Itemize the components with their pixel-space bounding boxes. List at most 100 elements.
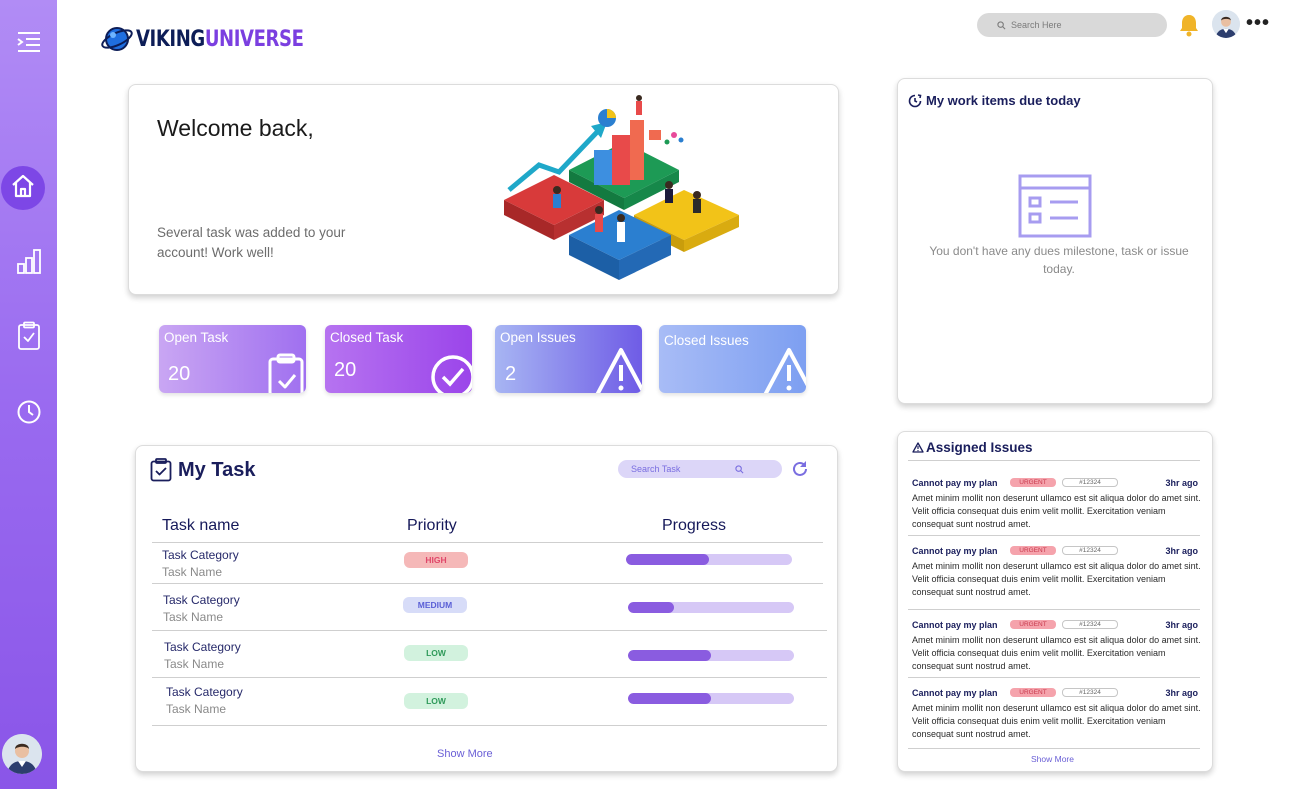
calendar-list-icon <box>1018 174 1092 238</box>
warning-icon <box>595 348 642 393</box>
issues-show-more-link[interactable]: Show More <box>1031 754 1074 764</box>
puzzle-illustration <box>504 95 739 280</box>
divider <box>152 542 823 543</box>
due-today-empty-message: You don't have any dues milestone, task … <box>929 244 1189 276</box>
urgent-badge: URGENT <box>1010 620 1056 629</box>
bell-icon[interactable] <box>1178 13 1200 42</box>
my-task-title: My Task <box>178 458 256 481</box>
stat-label: Closed Task <box>330 330 404 345</box>
issue-time: 3hr ago <box>1165 546 1198 556</box>
clock-icon <box>908 93 922 107</box>
due-today-card: My work items due today You don't have a… <box>897 78 1213 404</box>
priority-badge: LOW <box>404 645 468 661</box>
stat-closed-task[interactable]: Closed Task 20 <box>325 325 472 393</box>
divider <box>908 748 1200 749</box>
progress-bar <box>626 554 792 565</box>
issue-id: #12324 <box>1062 478 1118 487</box>
welcome-title: Welcome back, <box>157 115 314 141</box>
issue-body: Amet minim mollit non deserunt ullamco e… <box>912 703 1201 739</box>
urgent-badge: URGENT <box>1010 478 1056 487</box>
urgent-badge: URGENT <box>1010 688 1056 697</box>
app-logo[interactable]: VIKINGUNIVERSE <box>100 22 340 56</box>
sidebar-item-history[interactable] <box>0 394 57 434</box>
divider <box>152 630 827 631</box>
task-search-input[interactable]: Search Task <box>618 460 782 478</box>
priority-badge: HIGH <box>404 552 468 568</box>
divider <box>908 677 1200 678</box>
welcome-card: Welcome back, Several task was added to … <box>128 84 839 295</box>
refresh-icon[interactable] <box>791 460 809 478</box>
stat-label: Open Task <box>164 330 229 345</box>
my-task-header: My Task <box>150 458 255 482</box>
divider <box>152 725 827 726</box>
sidebar-item-tasks[interactable] <box>0 318 57 358</box>
assigned-issues-header: Assigned Issues <box>912 440 1033 455</box>
stat-open-task[interactable]: Open Task 20 <box>159 325 306 393</box>
column-header-task-name: Task name <box>162 517 240 534</box>
priority-badge: MEDIUM <box>403 597 467 613</box>
user-avatar[interactable] <box>2 734 42 774</box>
chart-icon <box>15 247 43 280</box>
issue-title: Cannot pay my plan <box>912 478 998 488</box>
issue-body: Amet minim mollit non deserunt ullamco e… <box>912 561 1201 597</box>
divider <box>908 609 1200 610</box>
sidebar <box>0 0 57 789</box>
more-icon[interactable]: ••• <box>1246 12 1270 35</box>
urgent-badge: URGENT <box>1010 546 1056 555</box>
global-search-input[interactable]: Search Here <box>977 13 1167 37</box>
issue-item[interactable]: Cannot pay my plan URGENT #12324 3hr ago… <box>912 477 1202 531</box>
issue-id: #12324 <box>1062 546 1118 555</box>
progress-fill <box>628 693 711 704</box>
home-icon <box>9 172 37 205</box>
welcome-subtitle: Several task was added to your account! … <box>157 225 346 260</box>
logo-text-primary: VIKING <box>136 26 205 52</box>
stat-closed-issues[interactable]: Closed Issues <box>659 325 806 393</box>
sidebar-item-reports[interactable] <box>0 243 57 283</box>
divider <box>152 677 827 678</box>
issue-body: Amet minim mollit non deserunt ullamco e… <box>912 635 1201 671</box>
clipboard-check-icon <box>150 458 172 482</box>
issue-title: Cannot pay my plan <box>912 620 998 630</box>
priority-badge: LOW <box>404 693 468 709</box>
task-search-placeholder: Search Task <box>631 464 681 474</box>
assigned-issues-title: Assigned Issues <box>926 440 1033 455</box>
issue-time: 3hr ago <box>1165 688 1198 698</box>
task-name: Task Name <box>163 610 224 624</box>
divider <box>152 583 823 584</box>
issue-id: #12324 <box>1062 688 1118 697</box>
progress-bar <box>628 602 794 613</box>
global-search-placeholder: Search Here <box>1011 20 1062 30</box>
due-today-header: My work items due today <box>908 93 1081 108</box>
clock-icon <box>16 399 42 430</box>
logo-text-secondary: UNIVERSE <box>204 26 304 52</box>
header-avatar[interactable] <box>1212 10 1240 38</box>
issue-time: 3hr ago <box>1165 620 1198 630</box>
task-category: Task Category <box>164 640 241 654</box>
task-show-more-link[interactable]: Show More <box>437 748 493 760</box>
stat-label: Closed Issues <box>664 333 749 348</box>
my-task-card: My Task Search Task Task name Priority P… <box>135 445 838 772</box>
check-circle-icon <box>431 355 472 393</box>
divider <box>908 535 1200 536</box>
task-category: Task Category <box>166 685 243 699</box>
issue-item[interactable]: Cannot pay my plan URGENT #12324 3hr ago… <box>912 687 1202 741</box>
stat-label: Open Issues <box>500 330 576 345</box>
task-name: Task Name <box>164 657 225 671</box>
divider <box>908 460 1200 461</box>
stat-value: 20 <box>168 363 191 385</box>
progress-fill <box>628 602 675 613</box>
progress-bar <box>628 693 794 704</box>
sidebar-item-home[interactable] <box>1 166 45 210</box>
progress-fill <box>628 650 711 661</box>
search-icon <box>735 465 744 474</box>
menu-icon[interactable] <box>0 22 57 62</box>
stat-open-issues[interactable]: Open Issues 2 <box>495 325 642 393</box>
issue-title: Cannot pay my plan <box>912 688 998 698</box>
issue-item[interactable]: Cannot pay my plan URGENT #12324 3hr ago… <box>912 545 1202 599</box>
issue-item[interactable]: Cannot pay my plan URGENT #12324 3hr ago… <box>912 619 1202 673</box>
task-category: Task Category <box>162 548 239 562</box>
issue-time: 3hr ago <box>1165 478 1198 488</box>
task-name: Task Name <box>166 702 227 716</box>
stat-value: 20 <box>334 359 357 381</box>
column-header-progress: Progress <box>662 517 727 534</box>
